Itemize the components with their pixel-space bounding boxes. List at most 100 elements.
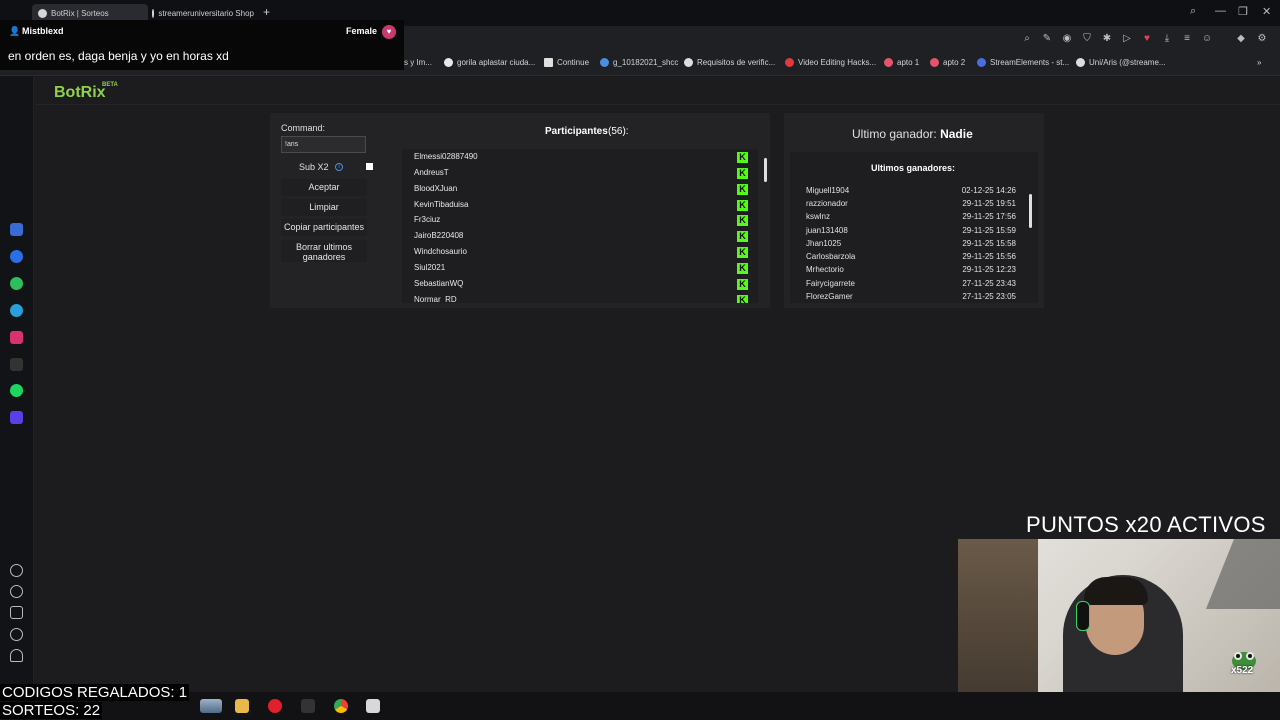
bookmark-item[interactable]: gorila aplastar ciuda... [444,58,535,67]
google-icon [444,58,453,67]
winners-title: Ultimos ganadores: [871,163,956,173]
document-icon [544,58,553,67]
heart-icon[interactable]: ♥ [1141,33,1153,45]
wallet-icon[interactable]: ◆ [1235,33,1247,45]
instagram-icon[interactable] [10,331,23,344]
info-icon[interactable]: i [335,163,343,171]
list-item[interactable]: SebastianWQ K [414,279,754,295]
window-icon[interactable] [366,699,380,713]
aria-icon[interactable] [10,223,23,236]
kick-icon: K [737,184,748,195]
app-icon[interactable] [301,699,315,713]
last-winner-value: Nadie [940,127,973,141]
command-label: Command: [281,123,326,133]
zoom-icon[interactable]: ⌕ [1021,33,1033,45]
botrix-tab-icon [38,8,47,18]
settings-icon[interactable] [10,628,23,641]
delete-last-winners-button[interactable]: Borrar ultimos ganadores [281,240,367,262]
bookmark-item[interactable]: Requisitos de verific... [684,58,775,67]
extension-icon[interactable]: ✱ [1101,33,1113,45]
list-item[interactable]: Windchosaurio K [414,247,754,263]
botrix-logo[interactable]: BotRix [54,84,106,102]
camera-icon[interactable]: ◉ [1061,33,1073,45]
whatsapp-icon[interactable] [10,277,23,290]
streamelements-icon [977,58,986,67]
taskbar [0,692,1280,720]
copy-participants-button[interactable]: Copiar participantes [281,219,367,236]
winners-scroll-thumb[interactable] [1029,194,1032,228]
participants-list[interactable]: Elmessi02887490 K AndreusT K BloodXJuan K K… [402,149,758,303]
close-icon[interactable]: ✕ [1262,5,1271,18]
heart-icon[interactable] [10,564,23,577]
profile-icon[interactable]: ☺ [1201,33,1213,45]
telegram-icon[interactable] [10,304,23,317]
tiktok-icon [1076,58,1085,67]
list-item[interactable]: JairoB220408 K [414,231,754,247]
winner-row: Jhan1025 29-11-25 15:58 [806,239,1016,248]
beta-tag: BETA [102,82,118,88]
kick-icon: K [737,279,748,290]
list-item[interactable]: Siul2021 K [414,263,754,279]
player-icon[interactable] [10,411,23,424]
bookmark-item[interactable]: apto 2 [930,58,965,67]
list-item[interactable]: KevinTibaduisa K [414,200,754,216]
restore-icon[interactable]: ❐ [1238,5,1248,18]
minimize-icon[interactable]: — [1215,5,1226,17]
wallpaper-thumb[interactable] [200,699,222,713]
list-item[interactable]: Fr3ciuz K [414,215,754,231]
accept-button[interactable]: Aceptar [281,179,367,196]
list-item[interactable]: AndreusT K [414,168,754,184]
bookmark-item[interactable]: Continue [544,58,589,67]
airbnb-icon [884,58,893,67]
bookmark-item[interactable]: apto 1 [884,58,919,67]
header-divider [35,104,1280,105]
chat-username: Mistblexd [22,26,64,36]
box-icon[interactable] [10,606,23,619]
history-icon[interactable] [10,585,23,598]
last-winner: Ultimo ganador: Nadie [852,127,973,141]
shield-icon[interactable]: ⛉ [1081,33,1093,45]
kick-icon: K [737,200,748,211]
winner-row: Carlosbarzola 29-11-25 15:56 [806,252,1016,261]
headphone-icon [1076,601,1090,631]
youtube-icon [785,58,794,67]
kick-icon: K [737,295,748,303]
download-icon[interactable]: ⤓ [1161,33,1173,45]
webcam-lamp [1206,539,1280,609]
menu-icon[interactable]: ≡ [1181,33,1193,45]
bookmark-item[interactable]: Uni/Aris (@streame... [1076,58,1166,67]
gender-badge-icon: ♥ [382,25,396,39]
kick-icon: K [737,263,748,274]
bookmark-item[interactable]: Video Editing Hacks... [785,58,876,67]
opera-icon[interactable] [268,699,282,713]
list-item[interactable]: Normar_RD K [414,295,754,303]
points-banner: PUNTOS x20 ACTIVOS [1026,512,1266,537]
spotify-icon[interactable] [10,384,23,397]
play-icon[interactable]: ▷ [1121,33,1133,45]
search-icon[interactable]: ⌕ [1190,5,1196,18]
sub-x2-label: Sub X2 [299,162,329,172]
clear-button[interactable]: Limpiar [281,199,367,216]
bookmark-item[interactable]: g_10182021_shcc [600,58,678,67]
bookmark-item[interactable]: StreamElements - st... [977,58,1069,67]
lightbulb-icon[interactable] [10,649,23,662]
winner-row: razzionador 29-11-25 19:51 [806,199,1016,208]
folder-icon[interactable] [235,699,249,713]
list-item[interactable]: Elmessi02887490 K [414,152,754,168]
winner-row: kswlnz 29-11-25 17:56 [806,212,1016,221]
messenger-icon[interactable] [10,250,23,263]
command-input[interactable] [281,136,366,153]
bookmark-item[interactable]: s y Im... [404,58,432,67]
list-item[interactable]: BloodXJuan K [414,184,754,200]
edit-icon[interactable]: ✎ [1041,33,1053,45]
settings-icon[interactable]: ⚙ [1256,33,1268,45]
kick-icon: K [737,215,748,226]
kick-icon: K [737,247,748,258]
winner-row: juan131408 29-11-25 15:59 [806,226,1016,235]
sub-x2-checkbox[interactable] [366,163,373,170]
participants-scroll-thumb[interactable] [764,158,767,182]
x-icon[interactable] [10,358,23,371]
new-tab-button[interactable]: + [263,5,270,19]
chrome-icon[interactable] [334,699,348,713]
bookmarks-more-icon[interactable]: » [1257,58,1261,67]
